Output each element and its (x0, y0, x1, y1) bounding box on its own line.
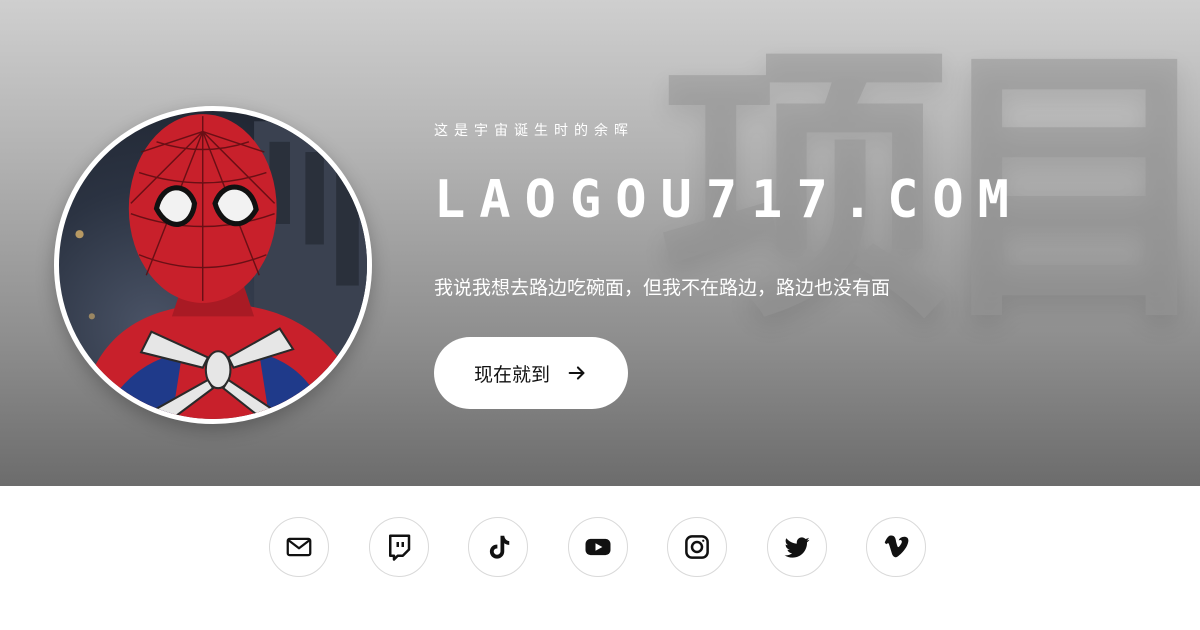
youtube-icon (585, 538, 611, 556)
cta-label: 现在就到 (473, 363, 550, 386)
vimeo-button[interactable] (866, 517, 926, 577)
tiktok-button[interactable] (468, 517, 528, 577)
vimeo-icon (884, 535, 909, 558)
twitch-icon (389, 534, 411, 561)
instagram-button[interactable] (667, 517, 727, 577)
tiktok-icon (489, 535, 510, 559)
arrow-right-icon (568, 366, 585, 380)
twitter-icon (784, 537, 810, 558)
hero-section: 项 目 这是宇宙诞生时的余晖 LAOGOU717.COM 我说我想去路边吃碗面，… (0, 0, 1200, 486)
youtube-button[interactable] (568, 517, 628, 577)
twitch-button[interactable] (369, 517, 429, 577)
twitter-button[interactable] (767, 517, 827, 577)
spiderman-avatar-icon (75, 114, 367, 419)
social-bar (0, 486, 1200, 630)
instagram-icon (685, 535, 709, 559)
mail-icon (286, 537, 312, 557)
cta-button[interactable]: 现在就到 (434, 337, 628, 409)
subtitle: 我说我想去路边吃碗面，但我不在路边，路边也没有面 (434, 277, 891, 299)
tagline: 这是宇宙诞生时的余晖 (434, 123, 634, 139)
avatar (54, 106, 372, 424)
site-title: LAOGOU717.COM (434, 170, 1023, 230)
mail-button[interactable] (269, 517, 329, 577)
